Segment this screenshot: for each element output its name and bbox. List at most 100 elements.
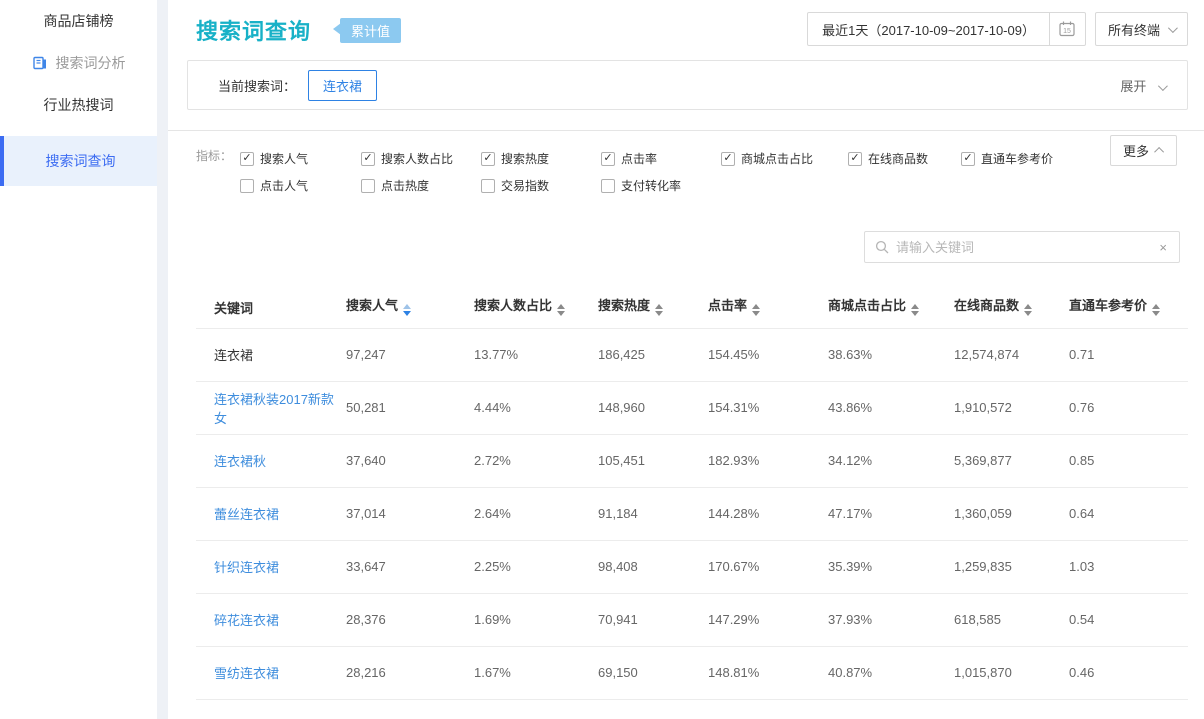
column-header-搜索人气[interactable]: 搜索人气 — [346, 288, 474, 328]
column-header-搜索热度[interactable]: 搜索热度 — [598, 288, 708, 328]
keyword-link[interactable]: 针织连衣裙 — [214, 560, 279, 575]
value-cell-直通车参考价: 0.64 — [1069, 487, 1188, 540]
checkbox-unchecked-icon[interactable] — [361, 179, 375, 193]
keyword-cell: 针织连衣裙 — [196, 540, 346, 593]
metric-option-点击人气[interactable]: 点击人气 — [240, 177, 361, 194]
sort-icon[interactable] — [557, 300, 565, 320]
keyword-link[interactable]: 雪纺连衣裙 — [214, 666, 279, 681]
search-icon — [875, 240, 889, 254]
sort-icon[interactable] — [1024, 300, 1032, 320]
sidebar-item-搜索词查询[interactable]: 搜索词查询 — [0, 136, 157, 186]
expand-label: 展开 — [1120, 79, 1146, 94]
value-cell-在线商品数: 12,574,874 — [954, 328, 1069, 381]
value-cell-直通车参考价: 0.85 — [1069, 434, 1188, 487]
metric-option-在线商品数[interactable]: ✓在线商品数 — [848, 150, 961, 167]
sort-icon[interactable] — [655, 300, 663, 320]
sidebar-item-label: 行业热搜词 — [44, 95, 114, 115]
current-search-panel: 当前搜索词： 连衣裙 展开 — [187, 60, 1188, 110]
more-metrics-button[interactable]: 更多 — [1110, 135, 1177, 166]
column-header-在线商品数[interactable]: 在线商品数 — [954, 288, 1069, 328]
metric-option-交易指数[interactable]: 交易指数 — [481, 177, 601, 194]
value-cell-搜索人数占比: 13.77% — [474, 328, 598, 381]
table-search-row: × — [168, 231, 1204, 263]
column-header-搜索人数占比[interactable]: 搜索人数占比 — [474, 288, 598, 328]
page-title: 搜索词查询 — [196, 14, 311, 46]
metric-label: 点击率 — [621, 150, 657, 167]
value-cell-搜索人数占比: 1.69% — [474, 593, 598, 646]
sidebar: 商品店铺榜搜索词分析行业热搜词搜索词查询 — [0, 0, 168, 719]
value-cell-搜索热度: 91,184 — [598, 487, 708, 540]
sidebar-item-商品店铺榜[interactable]: 商品店铺榜 — [0, 0, 157, 42]
terminal-select[interactable]: 所有终端 — [1095, 12, 1188, 46]
keyword-cell: 连衣裙秋装2017新款女 — [196, 381, 346, 434]
checkbox-checked-icon[interactable]: ✓ — [361, 152, 375, 166]
keyword-cell: 蕾丝连衣裙 — [196, 487, 346, 540]
checkbox-unchecked-icon[interactable] — [601, 179, 615, 193]
sort-icon[interactable] — [403, 300, 411, 320]
column-header-商城点击占比[interactable]: 商城点击占比 — [828, 288, 954, 328]
column-label: 搜索人数占比 — [474, 298, 552, 313]
sort-icon[interactable] — [911, 300, 919, 320]
chevron-down-icon — [1158, 81, 1168, 91]
metric-option-搜索热度[interactable]: ✓搜索热度 — [481, 150, 601, 167]
table-row: 连衣裙秋37,6402.72%105,451182.93%34.12%5,369… — [196, 434, 1188, 487]
column-header-关键词: 关键词 — [196, 288, 346, 328]
metric-label: 商城点击占比 — [741, 150, 813, 167]
value-cell-在线商品数: 1,259,835 — [954, 540, 1069, 593]
ledger-icon — [32, 55, 48, 71]
sort-icon[interactable] — [752, 300, 760, 320]
checkbox-checked-icon[interactable]: ✓ — [240, 152, 254, 166]
checkbox-checked-icon[interactable]: ✓ — [721, 152, 735, 166]
sidebar-item-行业热搜词[interactable]: 行业热搜词 — [0, 84, 157, 126]
metric-label: 搜索人数占比 — [381, 150, 453, 167]
checkbox-checked-icon[interactable]: ✓ — [848, 152, 862, 166]
calendar-icon: 15 — [1058, 20, 1076, 38]
value-cell-商城点击占比: 34.12% — [828, 434, 954, 487]
metric-option-点击热度[interactable]: 点击热度 — [361, 177, 481, 194]
column-label: 搜索热度 — [598, 298, 650, 313]
column-header-点击率[interactable]: 点击率 — [708, 288, 828, 328]
metric-label: 直通车参考价 — [981, 150, 1053, 167]
checkbox-unchecked-icon[interactable] — [481, 179, 495, 193]
keyword-link[interactable]: 连衣裙秋装2017新款女 — [214, 392, 334, 426]
date-range-button[interactable]: 最近1天（2017-10-09~2017-10-09） — [807, 12, 1050, 46]
value-cell-搜索热度: 148,960 — [598, 381, 708, 434]
checkbox-checked-icon[interactable]: ✓ — [601, 152, 615, 166]
metric-option-点击率[interactable]: ✓ 点击率 — [601, 150, 721, 167]
keyword-link[interactable]: 蕾丝连衣裙 — [214, 507, 279, 522]
sort-icon[interactable] — [1152, 300, 1160, 320]
metric-option-支付转化率[interactable]: 支付转化率 — [601, 177, 721, 194]
checkbox-unchecked-icon[interactable] — [240, 179, 254, 193]
metric-label: 支付转化率 — [621, 177, 681, 194]
keyword-link[interactable]: 连衣裙秋 — [214, 454, 266, 469]
table-row: 蕾丝连衣裙37,0142.64%91,184144.28%47.17%1,360… — [196, 487, 1188, 540]
current-keyword-chip[interactable]: 连衣裙 — [308, 70, 377, 101]
table-header-row: 关键词 搜索人气搜索人数占比 搜索热度 点击率商城点击占比在线商品数 直通车参考价 — [196, 288, 1188, 328]
column-header-直通车参考价[interactable]: 直通车参考价 — [1069, 288, 1188, 328]
metric-option-搜索人气[interactable]: ✓搜索人气 — [240, 150, 361, 167]
value-cell-点击率: 147.29% — [708, 593, 828, 646]
column-label: 在线商品数 — [954, 298, 1019, 313]
metric-option-直通车参考价[interactable]: ✓ 直通车参考价 — [961, 150, 1081, 167]
clear-input-icon[interactable]: × — [1157, 240, 1169, 255]
value-cell-直通车参考价: 1.03 — [1069, 540, 1188, 593]
keyword-link[interactable]: 碎花连衣裙 — [214, 613, 279, 628]
column-label: 关键词 — [214, 301, 253, 316]
terminal-label: 所有终端 — [1108, 20, 1160, 39]
table-row: 碎花连衣裙28,3761.69%70,941147.29%37.93%618,5… — [196, 593, 1188, 646]
table-row: 连衣裙秋装2017新款女50,2814.44%148,960154.31%43.… — [196, 381, 1188, 434]
metric-label: 点击人气 — [260, 177, 308, 194]
calendar-button[interactable]: 15 — [1050, 12, 1086, 46]
metric-option-商城点击占比[interactable]: ✓ 商城点击占比 — [721, 150, 848, 167]
value-cell-搜索热度: 70,941 — [598, 593, 708, 646]
metric-label: 点击热度 — [381, 177, 429, 194]
expand-toggle[interactable]: 展开 — [1120, 76, 1165, 95]
more-label: 更多 — [1123, 141, 1149, 160]
checkbox-checked-icon[interactable]: ✓ — [961, 152, 975, 166]
value-cell-点击率: 170.67% — [708, 540, 828, 593]
keyword-search-input[interactable] — [896, 240, 1157, 255]
value-cell-在线商品数: 5,369,877 — [954, 434, 1069, 487]
metric-option-搜索人数占比[interactable]: ✓ 搜索人数占比 — [361, 150, 481, 167]
sidebar-item-搜索词分析[interactable]: 搜索词分析 — [0, 42, 157, 84]
checkbox-checked-icon[interactable]: ✓ — [481, 152, 495, 166]
